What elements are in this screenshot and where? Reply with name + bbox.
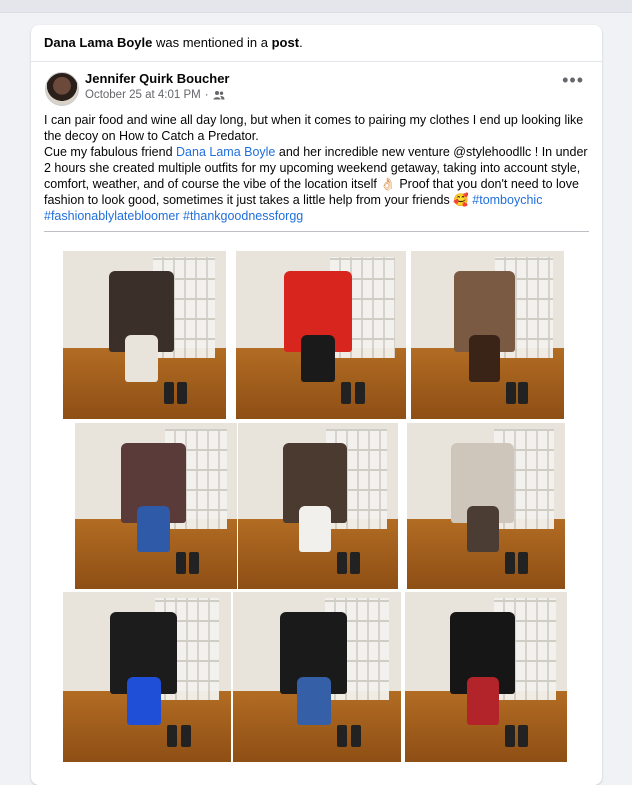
outfit-photo[interactable] bbox=[232, 591, 402, 763]
hashtag-link[interactable]: #fashionablylatebloomer bbox=[44, 209, 180, 223]
shoe bbox=[181, 725, 191, 747]
shoe bbox=[176, 552, 186, 574]
hashtag-link[interactable]: #tomboychic bbox=[472, 193, 542, 207]
tagged-user-link[interactable]: Dana Lama Boyle bbox=[176, 145, 275, 159]
post-paragraph-2: Cue my fabulous friend Dana Lama Boyle a… bbox=[44, 144, 594, 224]
top-bar bbox=[0, 0, 632, 13]
post-timestamp[interactable]: October 25 at 4:01 PM bbox=[85, 89, 201, 101]
shoe bbox=[351, 725, 361, 747]
shoe bbox=[189, 552, 199, 574]
shoe bbox=[350, 552, 360, 574]
mention-period: . bbox=[299, 35, 303, 50]
shoe bbox=[337, 552, 347, 574]
garment-accent bbox=[297, 677, 331, 725]
shoe bbox=[355, 382, 365, 404]
mention-text: was mentioned in a bbox=[152, 35, 272, 50]
post-link[interactable]: post bbox=[272, 35, 299, 50]
shoe bbox=[505, 725, 515, 747]
shoe bbox=[518, 725, 528, 747]
author-name[interactable]: Jennifer Quirk Boucher bbox=[85, 71, 229, 86]
text-photo-divider bbox=[44, 231, 589, 232]
post-body: I can pair food and wine all day long, b… bbox=[44, 112, 594, 224]
outfit-photo[interactable] bbox=[404, 591, 568, 763]
garment-accent bbox=[301, 335, 335, 382]
shoe bbox=[341, 382, 351, 404]
shoe bbox=[506, 382, 516, 404]
hashtag-link[interactable]: #thankgoodnessforgg bbox=[183, 209, 303, 223]
garment-accent bbox=[125, 335, 158, 382]
outfit-photo[interactable] bbox=[410, 250, 565, 420]
more-options-icon[interactable]: ••• bbox=[562, 71, 584, 89]
garment-accent bbox=[469, 335, 500, 382]
post-meta: October 25 at 4:01 PM · bbox=[85, 89, 225, 101]
post-text-segment: Cue my fabulous friend bbox=[44, 145, 177, 159]
shoe bbox=[337, 725, 347, 747]
outfit-photo[interactable] bbox=[74, 422, 239, 590]
shoe bbox=[505, 552, 515, 574]
garment-accent bbox=[467, 506, 499, 552]
garment-accent bbox=[137, 506, 170, 552]
shoe bbox=[518, 382, 528, 404]
shoe bbox=[164, 382, 174, 404]
mentioned-user-link[interactable]: Dana Lama Boyle bbox=[44, 35, 152, 50]
outfit-photo[interactable] bbox=[237, 422, 399, 590]
garment-accent bbox=[299, 506, 331, 552]
post-card: Dana Lama Boyle was mentioned in a post.… bbox=[31, 25, 602, 785]
author-avatar[interactable] bbox=[45, 72, 79, 106]
shoe bbox=[518, 552, 528, 574]
outfit-photo[interactable] bbox=[62, 250, 227, 420]
meta-separator: · bbox=[204, 89, 209, 101]
garment-accent bbox=[127, 677, 161, 725]
garment-accent bbox=[467, 677, 499, 725]
friends-icon[interactable] bbox=[213, 90, 225, 100]
post-paragraph-1: I can pair food and wine all day long, b… bbox=[44, 113, 584, 143]
shoe bbox=[177, 382, 187, 404]
outfit-photo[interactable] bbox=[62, 591, 232, 763]
mention-line: Dana Lama Boyle was mentioned in a post. bbox=[44, 35, 303, 50]
outfit-photo[interactable] bbox=[406, 422, 566, 590]
shoe bbox=[167, 725, 177, 747]
header-divider bbox=[31, 61, 602, 62]
outfit-photo[interactable] bbox=[235, 250, 407, 420]
